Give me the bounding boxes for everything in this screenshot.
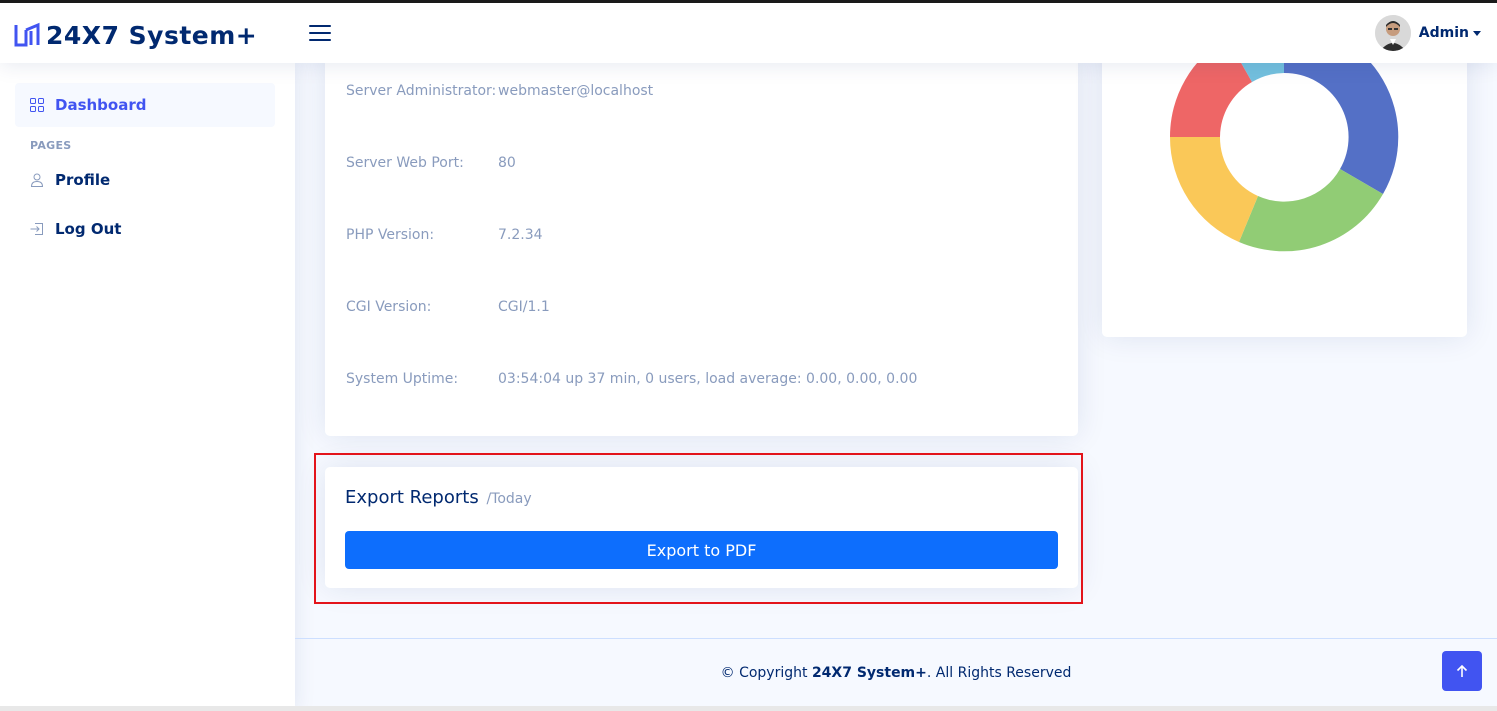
info-label: Server Web Port: — [346, 155, 464, 171]
sidebar-item-profile[interactable]: Profile — [15, 158, 275, 202]
copyright-text: © Copyright 24X7 System+. All Rights Res… — [721, 665, 1072, 681]
taskbar-strip — [0, 706, 1497, 711]
copyright-suffix: . All Rights Reserved — [926, 664, 1072, 681]
copyright-brand: 24X7 System+ — [811, 664, 927, 681]
info-label: CGI Version: — [346, 299, 432, 315]
logo[interactable]: 24X7 System+ — [14, 19, 257, 51]
sidebar-item-dashboard[interactable]: Dashboard — [15, 83, 275, 127]
sidebar-item-label: Dashboard — [55, 96, 147, 114]
arrow-up-icon — [1456, 664, 1468, 677]
server-info-card: Server Administrator: webmaster@localhos… — [325, 55, 1078, 436]
donut-segment[interactable] — [1169, 137, 1258, 242]
info-label: Server Administrator: — [346, 83, 497, 99]
info-value: CGI/1.1 — [498, 299, 550, 315]
logo-icon — [14, 22, 40, 47]
sidebar: Dashboard PAGES Profile Log Out — [0, 63, 295, 711]
export-title-text: Export Reports — [345, 487, 479, 508]
person-icon — [30, 173, 44, 187]
sidebar-item-label: Log Out — [55, 220, 122, 238]
copyright-prefix: © Copyright — [720, 664, 812, 681]
export-to-pdf-button[interactable]: Export to PDF — [345, 531, 1058, 569]
back-to-top-button[interactable] — [1442, 651, 1482, 691]
info-value: 80 — [498, 155, 516, 171]
card-title: Export Reports /Today — [345, 487, 532, 508]
info-label: PHP Version: — [346, 227, 435, 243]
info-value: 03:54:04 up 37 min, 0 users, load averag… — [498, 371, 918, 387]
info-value: webmaster@localhost — [498, 83, 654, 99]
top-header: 24X7 System+ Admin — [0, 0, 1497, 63]
donut-chart-card — [1102, 40, 1467, 337]
user-name: Admin — [1418, 25, 1469, 41]
avatar — [1374, 15, 1411, 51]
chevron-down-icon — [1473, 30, 1481, 36]
export-reports-card: Export Reports /Today Export to PDF — [325, 467, 1078, 588]
logo-text: 24X7 System+ — [46, 20, 258, 50]
sidebar-item-logout[interactable]: Log Out — [15, 207, 275, 251]
donut-chart — [1169, 40, 1399, 252]
export-subtitle: /Today — [486, 491, 532, 507]
profile-dropdown[interactable]: Admin — [1374, 15, 1481, 51]
grid-icon — [30, 98, 44, 112]
info-label: System Uptime: — [346, 371, 459, 387]
footer: © Copyright 24X7 System+. All Rights Res… — [295, 638, 1497, 706]
nav-section-heading: PAGES — [30, 139, 72, 152]
box-arrow-in-right-icon — [30, 223, 43, 235]
sidebar-toggle-button[interactable] — [309, 22, 333, 44]
info-value: 7.2.34 — [498, 227, 543, 243]
sidebar-item-label: Profile — [55, 171, 111, 189]
